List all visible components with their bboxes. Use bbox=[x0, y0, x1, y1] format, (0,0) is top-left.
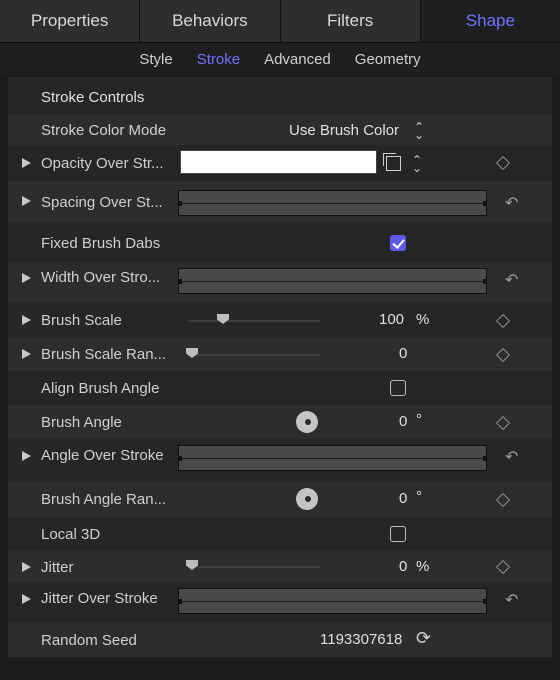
spacing-over-stroke-row: Spacing Over St... ↶ bbox=[8, 181, 552, 223]
subtab-stroke[interactable]: Stroke bbox=[185, 51, 252, 68]
local-3d-checkbox[interactable] bbox=[390, 526, 406, 542]
brush-angle-random-row: Brush Angle Ran... 0 ° bbox=[8, 481, 552, 517]
opacity-over-stroke-label: Opacity Over Str... bbox=[41, 154, 164, 172]
reset-icon[interactable]: ↶ bbox=[505, 447, 518, 467]
local-3d-row: Local 3D bbox=[8, 517, 552, 551]
brush-scale-label: Brush Scale bbox=[41, 311, 122, 329]
stroke-color-mode-popup[interactable]: Use Brush Color bbox=[289, 122, 399, 139]
inspector-tabs: Properties Behaviors Filters Shape bbox=[0, 0, 560, 43]
brush-angle-value[interactable]: 0 bbox=[399, 413, 407, 430]
disclosure-triangle-icon[interactable] bbox=[22, 196, 31, 206]
tab-properties[interactable]: Properties bbox=[0, 0, 141, 42]
generate-seed-icon[interactable]: ⟳ bbox=[416, 628, 431, 649]
tab-behaviors[interactable]: Behaviors bbox=[140, 0, 281, 42]
stroke-color-mode-row: Stroke Color Mode Use Brush Color ⌃ ⌄ bbox=[8, 115, 552, 145]
brush-scale-random-slider-track[interactable] bbox=[188, 354, 320, 356]
angle-over-stroke-label: Angle Over Stroke bbox=[41, 447, 164, 464]
brush-scale-random-label: Brush Scale Ran... bbox=[41, 345, 167, 363]
fixed-brush-dabs-checkbox[interactable] bbox=[390, 235, 406, 251]
disclosure-triangle-icon[interactable] bbox=[22, 451, 31, 461]
reset-icon[interactable]: ↶ bbox=[505, 270, 518, 290]
brush-angle-unit: ° bbox=[416, 411, 422, 428]
angle-curve-graph[interactable] bbox=[178, 445, 487, 471]
keyframe-diamond-icon[interactable] bbox=[495, 415, 511, 431]
width-over-stroke-row: Width Over Stro... ↶ bbox=[8, 263, 552, 303]
brush-angle-random-dial[interactable] bbox=[296, 488, 318, 510]
brush-scale-value[interactable]: 100 bbox=[379, 311, 404, 328]
keyframe-diamond-icon[interactable] bbox=[495, 559, 511, 575]
disclosure-triangle-icon[interactable] bbox=[22, 273, 31, 283]
disclosure-triangle-icon[interactable] bbox=[22, 349, 31, 359]
width-over-stroke-label: Width Over Stro... bbox=[41, 269, 161, 286]
jitter-row: Jitter 0 % bbox=[8, 551, 552, 583]
spacing-curve-graph[interactable] bbox=[178, 190, 487, 216]
brush-scale-unit: % bbox=[416, 311, 430, 328]
fixed-brush-dabs-label: Fixed Brush Dabs bbox=[41, 234, 161, 252]
gradient-menu-arrows-icon[interactable]: ⌃ ⌄ bbox=[412, 154, 422, 174]
brush-scale-slider-track[interactable] bbox=[188, 320, 320, 322]
tab-filters[interactable]: Filters bbox=[280, 0, 421, 42]
local-3d-label: Local 3D bbox=[41, 525, 101, 543]
keyframe-diamond-icon[interactable] bbox=[495, 347, 511, 363]
align-brush-angle-checkbox[interactable] bbox=[390, 380, 406, 396]
brush-scale-random-row: Brush Scale Ran... 0 bbox=[8, 337, 552, 371]
section-title: Stroke Controls bbox=[41, 89, 145, 106]
gradient-preset-icon[interactable] bbox=[383, 153, 401, 171]
subtab-advanced[interactable]: Advanced bbox=[252, 51, 343, 68]
random-seed-row: Random Seed 1193307618 ⟳ bbox=[8, 623, 552, 657]
jitter-over-stroke-label: Jitter Over Stroke bbox=[41, 590, 158, 607]
brush-scale-random-value[interactable]: 0 bbox=[399, 345, 407, 362]
disclosure-triangle-icon[interactable] bbox=[22, 562, 31, 572]
angle-over-stroke-row: Angle Over Stroke ↶ bbox=[8, 439, 552, 481]
shape-subtabs: Style Stroke Advanced Geometry bbox=[0, 43, 560, 75]
brush-angle-random-value[interactable]: 0 bbox=[399, 490, 407, 507]
keyframe-diamond-icon[interactable] bbox=[495, 492, 511, 508]
fixed-brush-dabs-row: Fixed Brush Dabs bbox=[8, 223, 552, 263]
subtab-style[interactable]: Style bbox=[127, 51, 184, 68]
opacity-over-stroke-row: Opacity Over Str... ⌃ ⌄ bbox=[8, 145, 552, 181]
reset-icon[interactable]: ↶ bbox=[505, 193, 518, 213]
brush-angle-dial[interactable] bbox=[296, 411, 318, 433]
stroke-controls-panel: Stroke Controls Stroke Color Mode Use Br… bbox=[8, 77, 552, 657]
jitter-unit: % bbox=[416, 558, 430, 575]
disclosure-triangle-icon[interactable] bbox=[22, 158, 31, 168]
reset-icon[interactable]: ↶ bbox=[505, 590, 518, 610]
jitter-value[interactable]: 0 bbox=[399, 558, 407, 575]
align-brush-angle-row: Align Brush Angle bbox=[8, 371, 552, 405]
brush-angle-label: Brush Angle bbox=[41, 413, 122, 431]
opacity-gradient-swatch[interactable] bbox=[180, 150, 377, 174]
random-seed-value[interactable]: 1193307618 bbox=[320, 631, 402, 648]
brush-angle-row: Brush Angle 0 ° bbox=[8, 405, 552, 439]
keyframe-diamond-icon[interactable] bbox=[495, 155, 511, 171]
brush-scale-row: Brush Scale 100 % bbox=[8, 303, 552, 337]
popup-arrows-icon: ⌃ ⌄ bbox=[414, 120, 425, 142]
jitter-curve-graph[interactable] bbox=[178, 588, 487, 614]
disclosure-triangle-icon[interactable] bbox=[22, 594, 31, 604]
brush-scale-random-slider-knob[interactable] bbox=[186, 348, 198, 358]
align-brush-angle-label: Align Brush Angle bbox=[41, 379, 160, 397]
brush-scale-slider-knob[interactable] bbox=[217, 314, 229, 324]
jitter-label: Jitter bbox=[41, 558, 74, 576]
jitter-over-stroke-row: Jitter Over Stroke ↶ bbox=[8, 583, 552, 623]
disclosure-triangle-icon[interactable] bbox=[22, 315, 31, 325]
tab-shape[interactable]: Shape bbox=[420, 0, 560, 42]
brush-angle-random-unit: ° bbox=[416, 488, 422, 505]
keyframe-diamond-icon[interactable] bbox=[495, 313, 511, 329]
subtab-geometry[interactable]: Geometry bbox=[343, 51, 433, 68]
width-curve-graph[interactable] bbox=[178, 268, 487, 294]
spacing-over-stroke-label: Spacing Over St... bbox=[41, 193, 163, 211]
jitter-slider-knob[interactable] bbox=[186, 560, 198, 570]
random-seed-label: Random Seed bbox=[41, 631, 137, 649]
jitter-slider-track[interactable] bbox=[188, 566, 320, 568]
brush-angle-random-label: Brush Angle Ran... bbox=[41, 490, 167, 508]
stroke-color-mode-label: Stroke Color Mode bbox=[41, 121, 167, 139]
